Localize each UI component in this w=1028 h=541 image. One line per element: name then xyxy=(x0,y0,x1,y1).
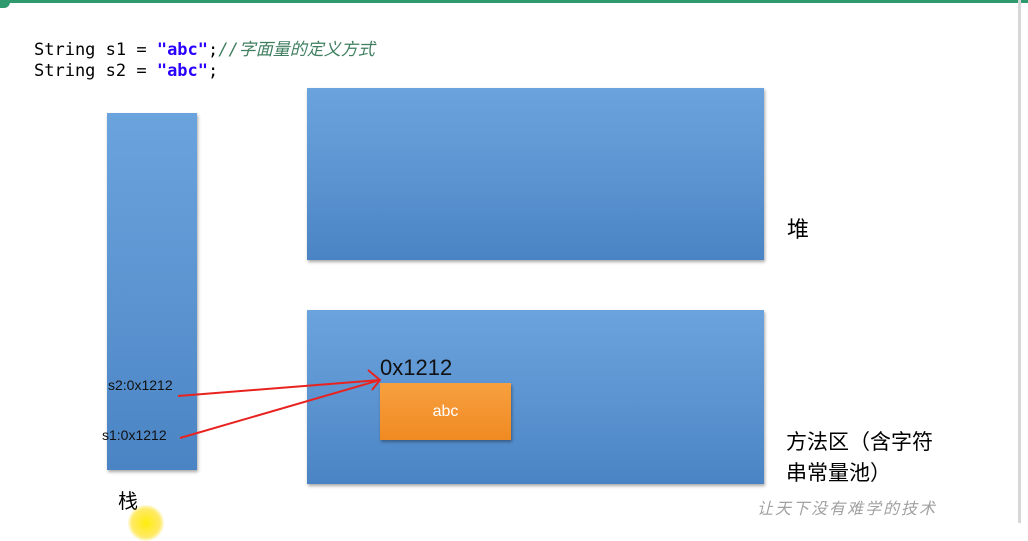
watermark-text: 让天下没有难学的技术 xyxy=(757,499,938,518)
reference-arrows xyxy=(177,369,382,439)
cursor-highlight xyxy=(128,505,164,541)
